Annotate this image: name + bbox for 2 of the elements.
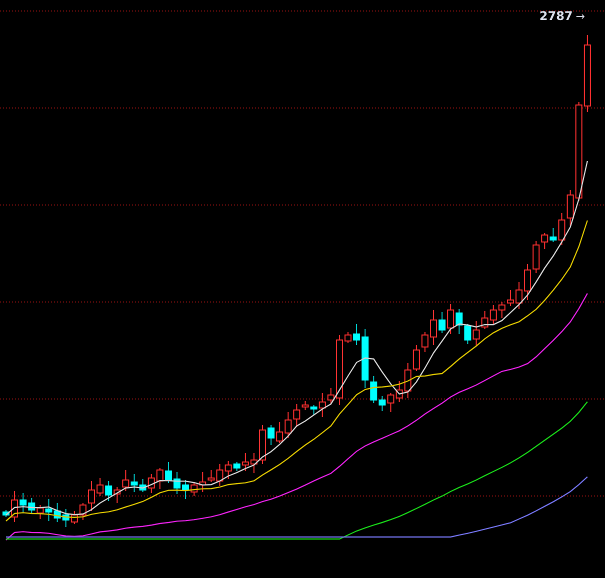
high-price-label: 2787 — [539, 9, 573, 23]
arrow-glyph: → — [576, 10, 585, 22]
